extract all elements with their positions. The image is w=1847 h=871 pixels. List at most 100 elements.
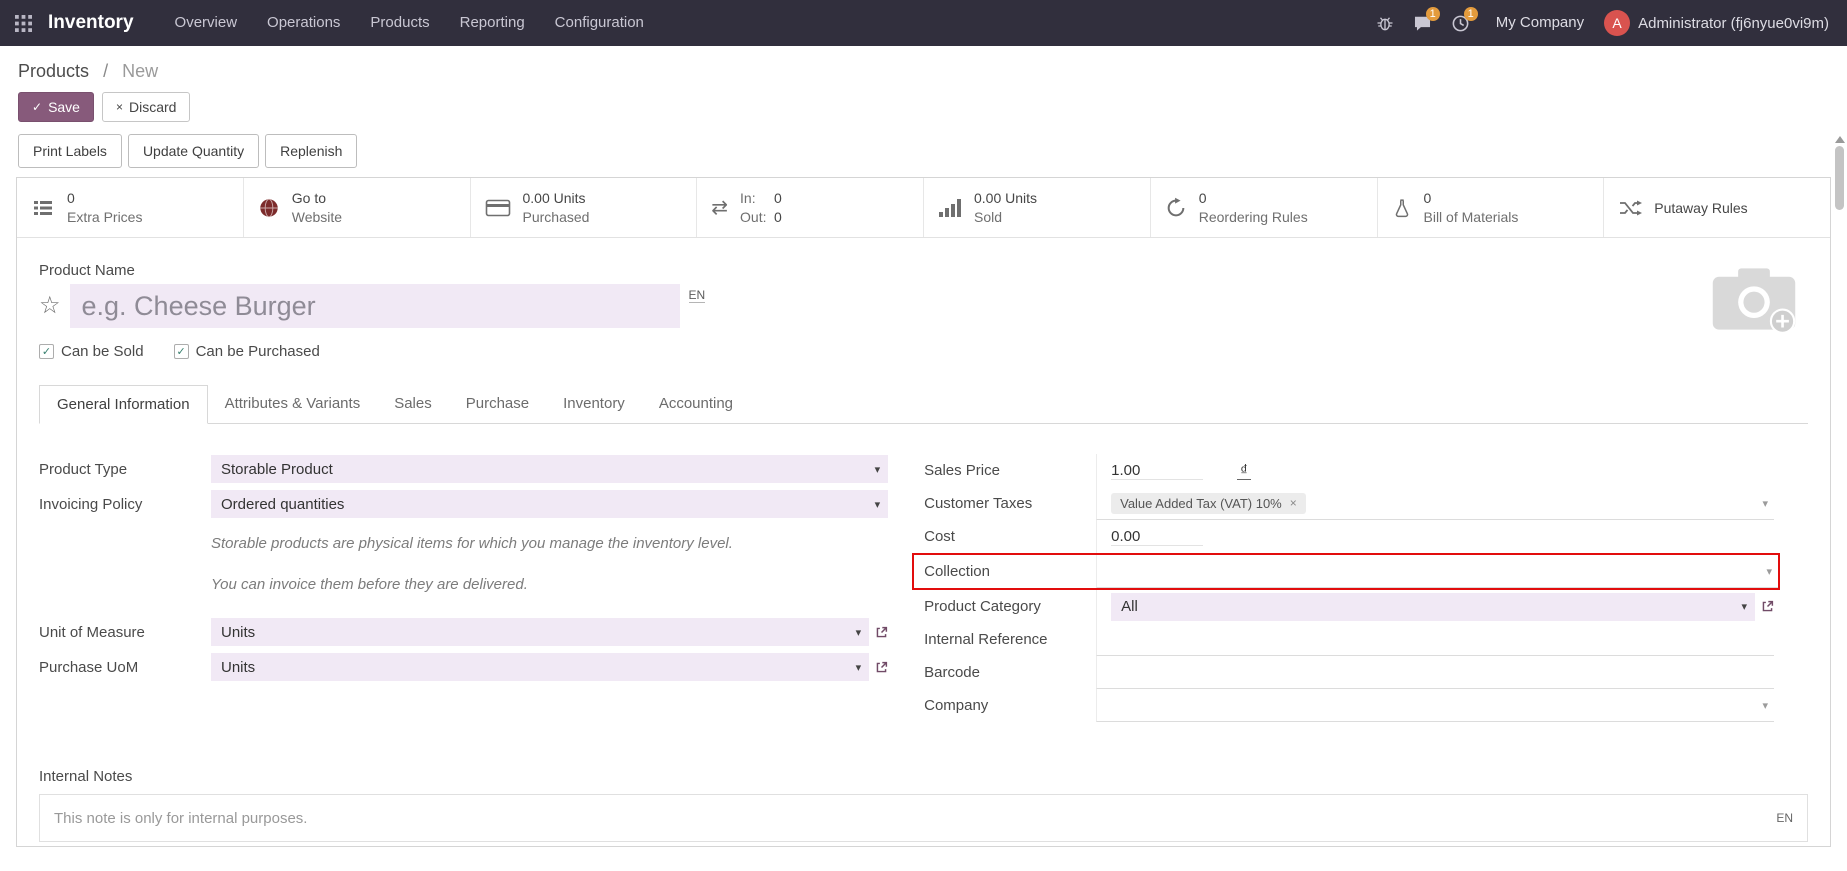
stat-value: 0: [1424, 189, 1519, 207]
tab-sales[interactable]: Sales: [377, 385, 449, 424]
company-input[interactable]: ▾: [1096, 689, 1774, 722]
transfer-icon: ⇄: [711, 195, 728, 220]
messages-badge: 1: [1426, 7, 1440, 21]
favorite-star-icon[interactable]: ☆: [39, 294, 61, 318]
field-product-type: Product Type Storable Product ▾: [39, 454, 888, 484]
activities-button[interactable]: 1: [1442, 0, 1480, 46]
tab-attributes-variants[interactable]: Attributes & Variants: [208, 385, 378, 424]
notebook-tabs: General Information Attributes & Variant…: [39, 384, 1808, 424]
product-type-label: Product Type: [39, 461, 211, 478]
product-type-select[interactable]: Storable Product ▾: [211, 455, 888, 483]
stat-putaway-rules[interactable]: Putaway Rules: [1604, 178, 1830, 237]
customer-taxes-field[interactable]: Value Added Tax (VAT) 10% × ▾: [1096, 487, 1774, 520]
company-switcher[interactable]: My Company: [1480, 0, 1600, 46]
collection-label: Collection: [924, 563, 1096, 580]
grid-icon: [15, 15, 32, 32]
external-link-icon[interactable]: [875, 626, 888, 639]
external-link-icon[interactable]: [875, 661, 888, 674]
stat-reordering-rules[interactable]: 0 Reordering Rules: [1151, 178, 1378, 237]
stat-sold[interactable]: 0.00 Units Sold: [924, 178, 1151, 237]
product-category-value: All: [1121, 598, 1138, 615]
internal-reference-input[interactable]: [1096, 623, 1774, 656]
tab-purchase[interactable]: Purchase: [449, 385, 546, 424]
stat-label: Purchased: [523, 208, 590, 226]
nav-operations[interactable]: Operations: [252, 0, 355, 46]
replenish-button[interactable]: Replenish: [265, 134, 357, 168]
field-purchase-uom: Purchase UoM Units ▾: [39, 652, 888, 682]
external-link-icon[interactable]: [1761, 600, 1774, 613]
breadcrumb-products[interactable]: Products: [18, 61, 89, 81]
discard-button[interactable]: × Discard: [102, 92, 190, 122]
update-quantity-button[interactable]: Update Quantity: [128, 134, 259, 168]
purchase-uom-select[interactable]: Units ▾: [211, 653, 869, 681]
nav-reporting[interactable]: Reporting: [445, 0, 540, 46]
in-label: In:: [740, 189, 774, 207]
stat-label: Website: [292, 208, 342, 226]
stat-go-to-website[interactable]: Go to Website: [244, 178, 471, 237]
chevron-down-icon[interactable]: ▾: [1766, 565, 1772, 578]
can-be-sold-checkbox[interactable]: ✓ Can be Sold: [39, 343, 144, 360]
user-menu[interactable]: A Administrator (fj6nyue0vi9m): [1600, 10, 1833, 36]
tab-general-information[interactable]: General Information: [39, 385, 208, 424]
tab-inventory[interactable]: Inventory: [546, 385, 642, 424]
chevron-down-icon[interactable]: ▾: [1762, 497, 1768, 510]
chevron-down-icon: ▾: [856, 661, 862, 674]
field-collection-highlighted: Collection ▾: [912, 553, 1780, 590]
internal-reference-label: Internal Reference: [924, 631, 1096, 648]
can-be-purchased-checkbox[interactable]: ✓ Can be Purchased: [174, 343, 320, 360]
nav-products[interactable]: Products: [355, 0, 444, 46]
scrollbar-thumb[interactable]: [1835, 146, 1844, 210]
barcode-label: Barcode: [924, 664, 1096, 681]
internal-notes-input[interactable]: [54, 810, 1776, 827]
cost-input[interactable]: 0.00: [1111, 528, 1203, 546]
remove-tag-icon[interactable]: ×: [1290, 497, 1297, 509]
invoicing-policy-select[interactable]: Ordered quantities ▾: [211, 490, 888, 518]
stat-in-out[interactable]: ⇄ In:0 Out:0: [697, 178, 924, 237]
tab-accounting[interactable]: Accounting: [642, 385, 750, 424]
stat-purchased[interactable]: 0.00 Units Purchased: [471, 178, 698, 237]
stat-bill-of-materials[interactable]: 0 Bill of Materials: [1378, 178, 1605, 237]
checkbox-check-icon: ✓: [174, 344, 189, 359]
list-icon: [31, 196, 55, 220]
field-cost: Cost 0.00: [924, 520, 1774, 553]
stat-label: Sold: [974, 208, 1037, 226]
app-name[interactable]: Inventory: [48, 12, 134, 34]
chevron-down-icon: ▾: [1741, 600, 1747, 613]
language-badge[interactable]: EN: [689, 288, 706, 303]
nav-configuration[interactable]: Configuration: [540, 0, 659, 46]
nav-overview[interactable]: Overview: [160, 0, 253, 46]
chevron-down-icon: ▾: [875, 498, 881, 511]
apps-menu-icon[interactable]: [0, 0, 46, 46]
invoicing-policy-label: Invoicing Policy: [39, 496, 211, 513]
vertical-scrollbar[interactable]: [1834, 136, 1845, 867]
product-name-input[interactable]: [70, 284, 680, 328]
chevron-down-icon[interactable]: ▾: [1762, 699, 1768, 712]
record-action-row: ✓ Save × Discard: [0, 88, 1847, 134]
print-labels-button[interactable]: Print Labels: [18, 134, 122, 168]
sales-price-input[interactable]: 1.00: [1111, 462, 1203, 480]
stat-value: 0: [67, 189, 142, 207]
bug-icon: [1376, 14, 1394, 32]
activities-badge: 1: [1464, 7, 1478, 21]
breadcrumb: Products / New: [0, 46, 1847, 88]
refresh-icon: [1165, 197, 1187, 219]
close-icon: ×: [116, 100, 123, 114]
scroll-up-arrow-icon[interactable]: [1835, 136, 1845, 143]
product-category-select[interactable]: All ▾: [1111, 593, 1755, 621]
messages-button[interactable]: 1: [1404, 0, 1442, 46]
product-type-value: Storable Product: [221, 461, 333, 478]
discard-label: Discard: [129, 99, 176, 115]
credit-card-icon: [485, 197, 511, 219]
save-label: Save: [48, 99, 80, 115]
form-left-column: Product Type Storable Product ▾ Invoicin…: [39, 454, 888, 722]
uom-select[interactable]: Units ▾: [211, 618, 869, 646]
stat-label: Reordering Rules: [1199, 208, 1308, 226]
product-name-label: Product Name: [39, 262, 1808, 279]
debug-bug-icon[interactable]: [1366, 0, 1404, 46]
notes-language-badge[interactable]: EN: [1776, 811, 1793, 825]
barcode-input[interactable]: [1096, 656, 1774, 689]
stat-extra-prices[interactable]: 0 Extra Prices: [17, 178, 244, 237]
save-button[interactable]: ✓ Save: [18, 92, 94, 122]
collection-input[interactable]: ▾: [1096, 555, 1778, 588]
field-sales-price: Sales Price 1.00 ₫: [924, 454, 1774, 487]
